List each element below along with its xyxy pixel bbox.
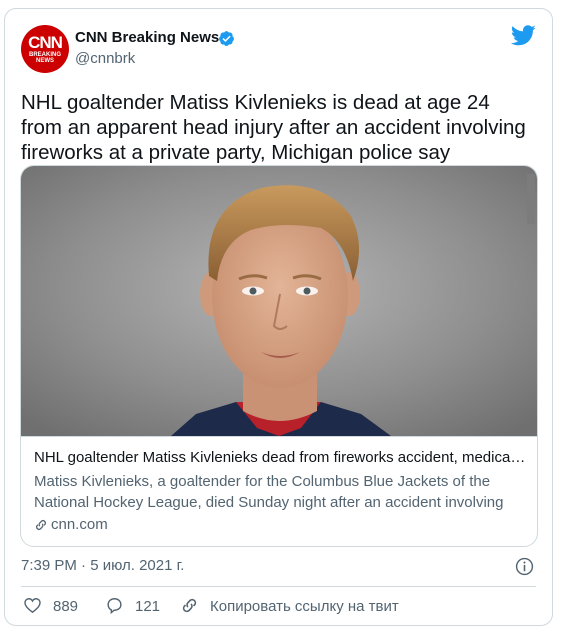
player-headshot-photo — [21, 166, 537, 436]
avatar-logo-text: CNN — [28, 33, 63, 52]
link-icon — [36, 520, 46, 530]
verified-badge-icon — [219, 31, 234, 46]
author-name[interactable]: CNN Breaking News — [75, 29, 219, 46]
link-card-title[interactable]: NHL goaltender Matiss Kivlenieks dead fr… — [34, 449, 528, 466]
link-preview-card[interactable]: NHL goaltender Matiss Kivlenieks dead fr… — [20, 165, 538, 547]
link-card-description: Matiss Kivlenieks, a goaltender for the … — [34, 473, 504, 511]
reply-count: 121 — [135, 598, 161, 615]
reply-bubble-icon — [107, 598, 122, 615]
tweet-timestamp[interactable]: 7:39 PM · 5 июл. 2021 г. — [21, 557, 184, 574]
info-icon[interactable] — [515, 557, 534, 576]
tweet-text: NHL goaltender Matiss Kivlenieks is dead… — [21, 91, 526, 164]
like-count: 889 — [53, 598, 79, 615]
avatar-sub-line2: NEWS — [36, 58, 54, 64]
author-handle[interactable]: @cnnbrk — [75, 50, 135, 67]
heart-icon — [24, 598, 41, 614]
link-card-domain: cnn.com — [51, 516, 108, 533]
image-divider — [21, 436, 537, 437]
copy-link-label: Копировать ссылку на твит — [210, 598, 399, 615]
avatar-sub-text: BREAKING NEWS — [21, 52, 69, 64]
actions-divider — [21, 586, 536, 587]
avatar[interactable]: CNN BREAKING NEWS — [21, 25, 69, 73]
link-icon — [182, 598, 197, 613]
twitter-bird-icon[interactable] — [511, 25, 536, 46]
